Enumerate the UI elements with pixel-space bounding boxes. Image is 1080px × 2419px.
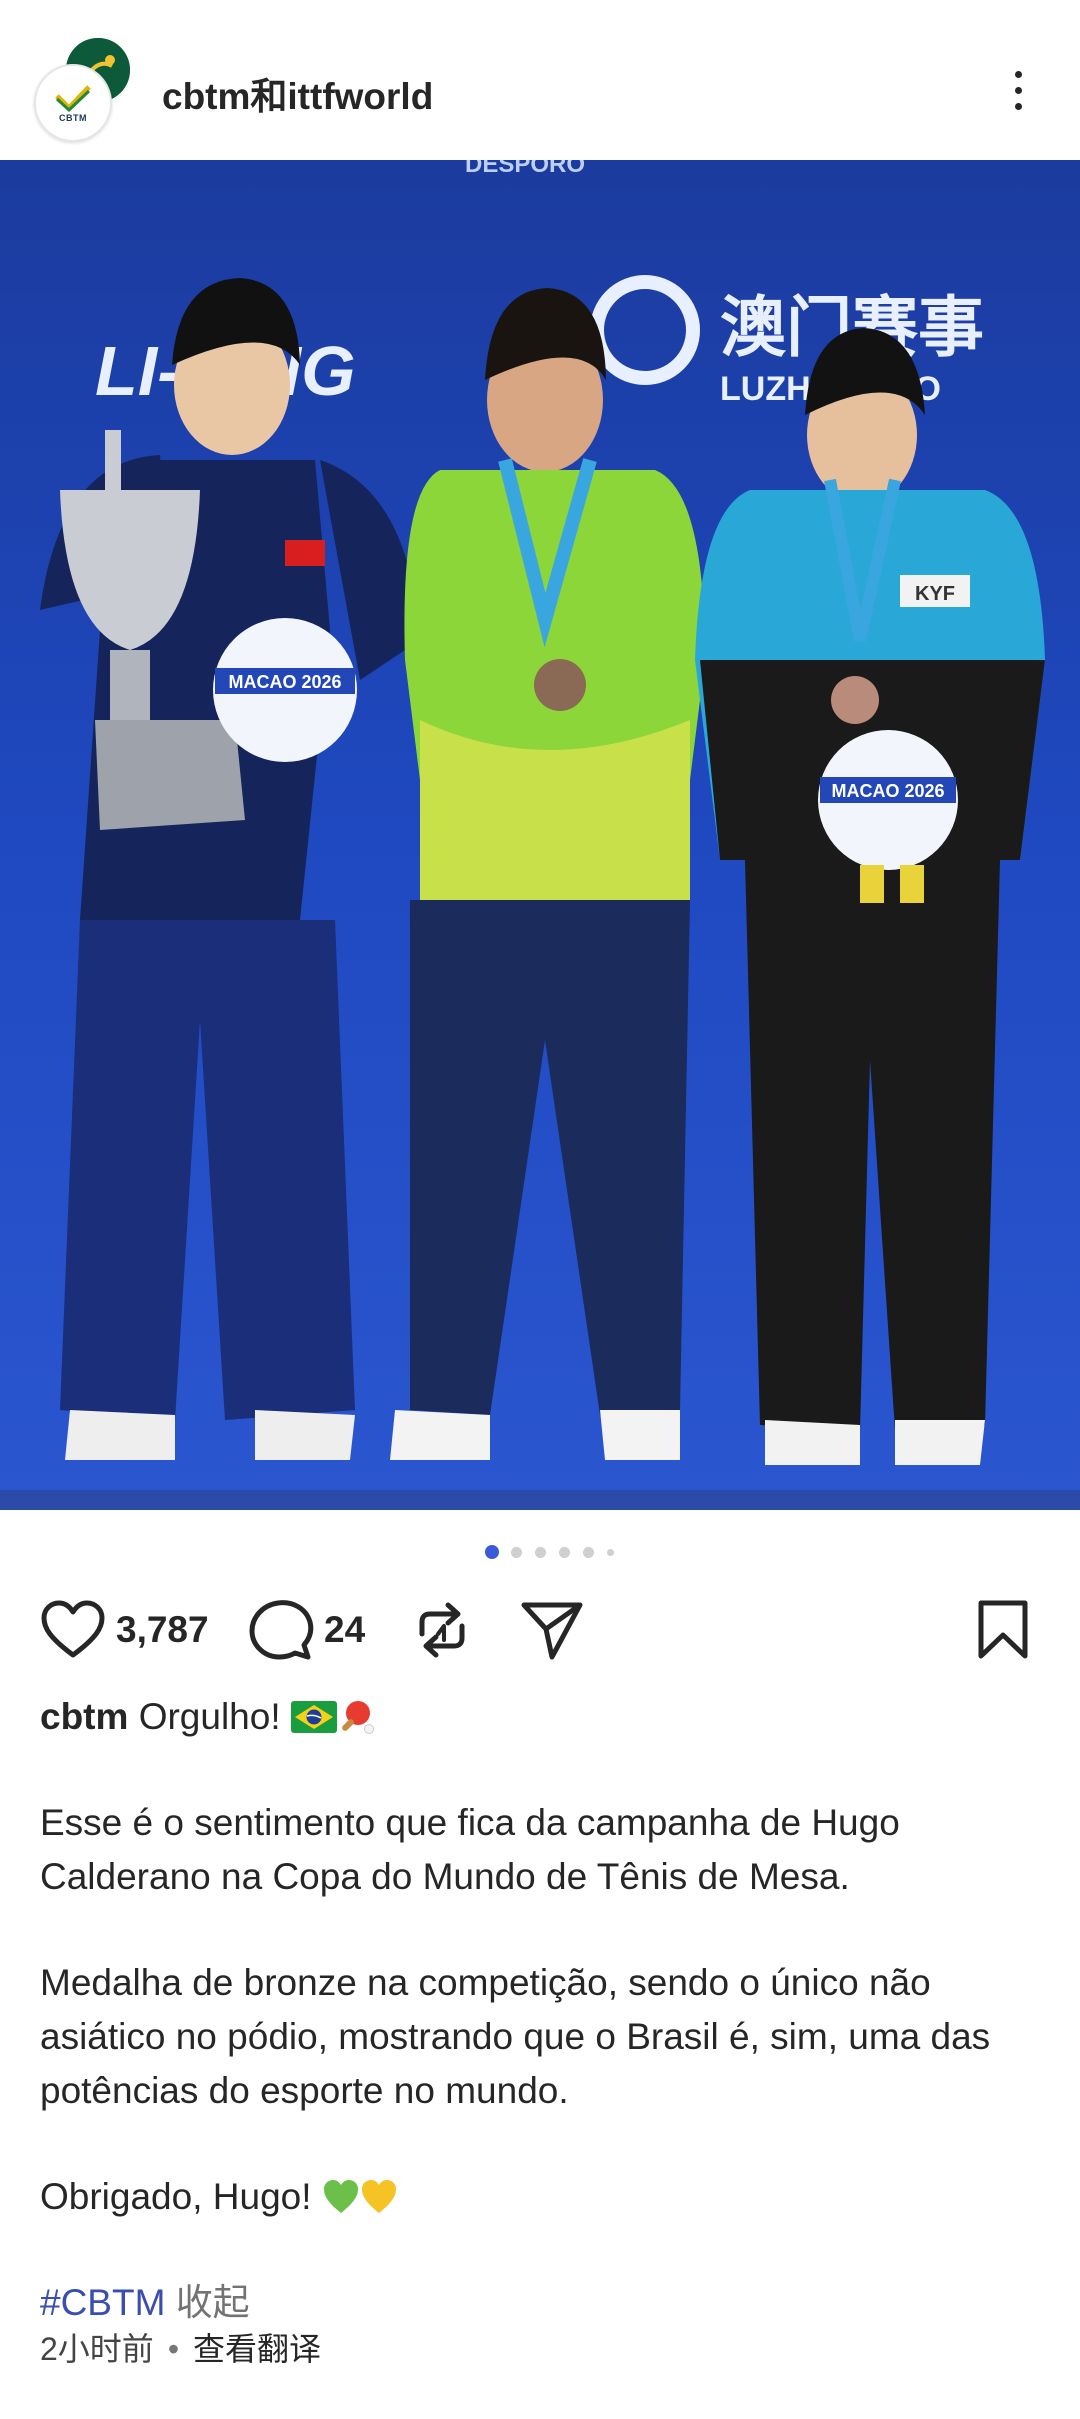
carousel-dot bbox=[511, 1547, 522, 1558]
bookmark-icon bbox=[978, 1600, 1028, 1659]
mascot-label-right: MACAO 2026 bbox=[831, 781, 944, 801]
caption-paragraph-1: Esse é o sentimento que fica da campanha… bbox=[40, 1802, 900, 1897]
post-header: CBTM cbtm和ittfworld bbox=[0, 0, 1080, 160]
save-button[interactable] bbox=[976, 1590, 1030, 1670]
banner-top-text: DESPORO bbox=[465, 160, 585, 178]
carousel-indicator bbox=[0, 1545, 1080, 1559]
heart-icon bbox=[41, 1600, 105, 1658]
post-caption: cbtm Orgulho! Esse é o sentimento que fi… bbox=[40, 1690, 1050, 2330]
action-bar: 3,787 24 bbox=[0, 1590, 1080, 1670]
collapse-link[interactable]: 收起 bbox=[176, 2282, 250, 2323]
carousel-dot bbox=[559, 1547, 570, 1558]
cbtm-avatar[interactable]: CBTM bbox=[34, 64, 112, 142]
post-photo[interactable]: DESPORO LI-NING 澳门赛事 LUZHOUJIAO MACAO 20… bbox=[0, 160, 1080, 1510]
sponsor-label: KYF bbox=[915, 583, 955, 605]
caption-paragraph-3: Obrigado, Hugo! bbox=[40, 2176, 312, 2217]
post-username[interactable]: cbtm和ittfworld bbox=[162, 66, 433, 120]
hashtag-link[interactable]: #CBTM bbox=[40, 2282, 165, 2323]
post-meta: 2小时前 • 查看翻译 bbox=[40, 2331, 322, 2367]
caption-first-line: Orgulho! bbox=[138, 1696, 281, 1737]
send-icon bbox=[521, 1602, 583, 1660]
avatar-group[interactable]: CBTM bbox=[34, 38, 138, 142]
cbtm-check-icon bbox=[55, 84, 91, 112]
carousel-dot bbox=[607, 1549, 614, 1556]
comment-count: 24 bbox=[324, 1609, 366, 1650]
share-button[interactable] bbox=[520, 1590, 584, 1670]
carousel-dot-active bbox=[485, 1545, 499, 1559]
green-heart-icon bbox=[323, 2180, 358, 2213]
repost-button[interactable] bbox=[412, 1590, 472, 1670]
avatar-text: CBTM bbox=[59, 112, 87, 123]
carousel-dot bbox=[583, 1547, 594, 1558]
translate-link[interactable]: 查看翻译 bbox=[193, 2331, 321, 2367]
caption-paragraph-2: Medalha de bronze na competição, sendo o… bbox=[40, 1962, 991, 2111]
like-button[interactable]: 3,787 bbox=[40, 1590, 209, 1670]
ping-pong-icon bbox=[342, 1701, 374, 1734]
caption-username[interactable]: cbtm bbox=[40, 1696, 128, 1737]
post-time: 2小时前 bbox=[40, 2331, 154, 2367]
comment-button[interactable]: 24 bbox=[248, 1590, 365, 1670]
repost-icon bbox=[419, 1602, 465, 1658]
podium-illustration: DESPORO LI-NING 澳门赛事 LUZHOUJIAO MACAO 20… bbox=[0, 160, 1080, 1510]
like-count: 3,787 bbox=[116, 1609, 209, 1650]
brazil-flag-icon bbox=[290, 1701, 337, 1733]
more-icon[interactable] bbox=[1000, 66, 1036, 114]
yellow-heart-icon bbox=[361, 2180, 396, 2213]
comment-icon bbox=[249, 1600, 314, 1660]
carousel-dot bbox=[535, 1547, 546, 1558]
mascot-label-left: MACAO 2026 bbox=[228, 672, 341, 692]
